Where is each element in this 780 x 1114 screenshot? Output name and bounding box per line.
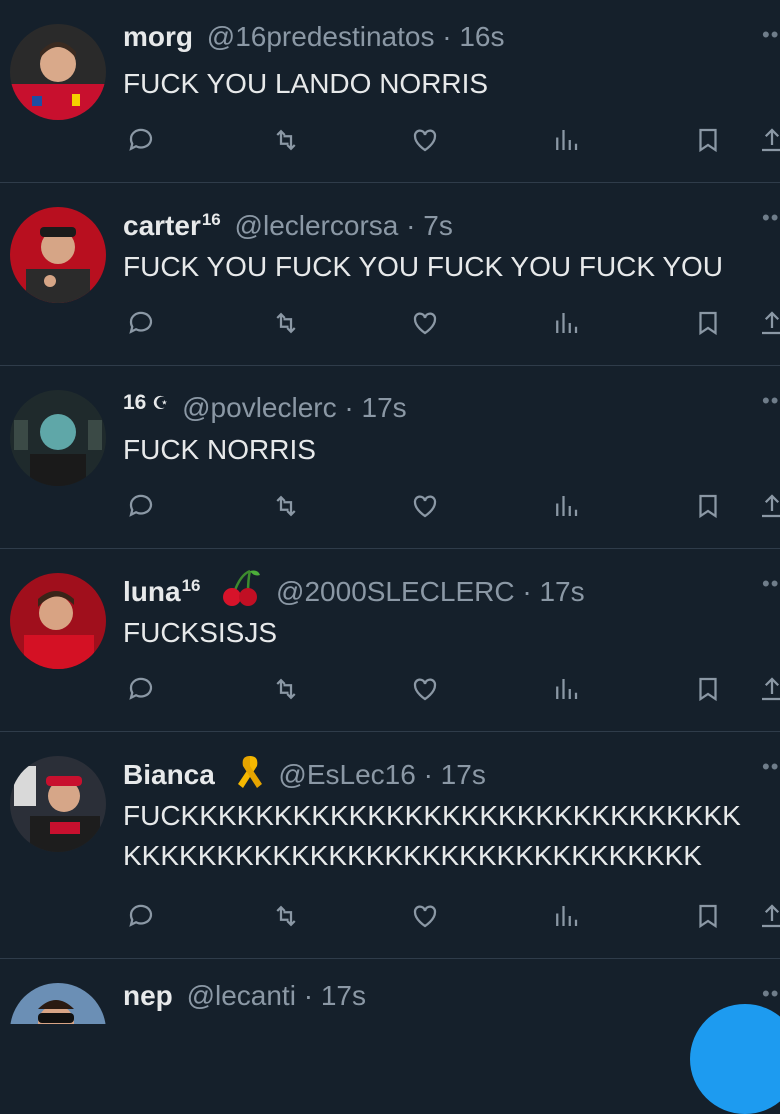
- separator-dot: ·: [303, 980, 314, 1011]
- like-icon[interactable]: [405, 120, 445, 160]
- avatar[interactable]: [10, 207, 106, 303]
- views-icon[interactable]: [546, 669, 586, 709]
- avatar[interactable]: [10, 390, 106, 486]
- like-icon[interactable]: [405, 303, 445, 343]
- reply-icon[interactable]: [121, 486, 161, 526]
- share-icon[interactable]: [752, 120, 780, 160]
- tweet-header: morg @16predestinatos · 16s: [123, 20, 750, 54]
- avatar[interactable]: [10, 756, 106, 852]
- views-icon[interactable]: [546, 120, 586, 160]
- display-name[interactable]: 16 ☪: [123, 391, 168, 414]
- retweet-icon[interactable]: [266, 486, 306, 526]
- tweet-header: carter16 @leclercorsa · 7s: [123, 203, 750, 243]
- share-icon[interactable]: [752, 669, 780, 709]
- tweet-text: FUCK YOU LANDO NORRIS: [123, 68, 489, 99]
- share-icon[interactable]: [752, 896, 780, 936]
- timestamp[interactable]: 7s: [423, 210, 453, 241]
- tweet[interactable]: Bianca @EsLec16 · 17s •• FUCKKKKKKKKKKKK…: [0, 732, 780, 959]
- retweet-icon[interactable]: [266, 669, 306, 709]
- tweet-actions: [0, 669, 780, 709]
- bookmark-icon[interactable]: [688, 303, 728, 343]
- cherries-icon: [223, 569, 261, 606]
- tweet[interactable]: carter16 @leclercorsa · 7s •• FUCK YOU F…: [0, 183, 780, 366]
- tweet-text: FUCKKKKKKKKKKKKKKKKKKKKKKKKKKKKKK: [123, 800, 741, 831]
- display-name[interactable]: carter16: [123, 210, 221, 241]
- like-icon[interactable]: [405, 486, 445, 526]
- share-icon[interactable]: [752, 486, 780, 526]
- tweet-text-continued: KKKKKKKKKKKKKKKKKKKKKKKKKKKKKKK: [123, 840, 702, 871]
- tweet-text: FUCK NORRIS: [123, 434, 316, 465]
- user-handle[interactable]: @EsLec16: [278, 759, 415, 790]
- timestamp[interactable]: 16s: [459, 21, 504, 52]
- timestamp[interactable]: 17s: [321, 980, 366, 1011]
- user-handle[interactable]: @16predestinatos: [207, 21, 435, 52]
- bookmark-icon[interactable]: [688, 669, 728, 709]
- more-options-icon[interactable]: ••: [762, 981, 780, 1007]
- timestamp[interactable]: 17s: [539, 576, 584, 607]
- retweet-icon[interactable]: [266, 303, 306, 343]
- tweet-header: Bianca @EsLec16 · 17s: [123, 752, 750, 792]
- more-options-icon[interactable]: ••: [762, 22, 780, 48]
- tweet-text: FUCKSISJS: [123, 617, 278, 648]
- avatar[interactable]: [10, 24, 106, 120]
- reply-icon[interactable]: [121, 896, 161, 936]
- reply-icon[interactable]: [121, 120, 161, 160]
- more-options-icon[interactable]: ••: [762, 205, 780, 231]
- timestamp[interactable]: 17s: [362, 392, 407, 423]
- tweet-header: luna16 @2000SLECLERC · 17s: [123, 569, 750, 609]
- bookmark-icon[interactable]: [688, 896, 728, 936]
- user-handle[interactable]: @2000SLECLERC: [276, 576, 515, 607]
- views-icon[interactable]: [546, 303, 586, 343]
- display-name[interactable]: luna16: [123, 576, 200, 607]
- tweet-header: 16 ☪ @povleclerc · 17s: [123, 386, 750, 425]
- avatar[interactable]: [10, 983, 106, 1024]
- tweet-header: nep @lecanti · 17s: [123, 979, 750, 1013]
- views-icon[interactable]: [546, 896, 586, 936]
- timestamp[interactable]: 17s: [441, 759, 486, 790]
- tweet-actions: [0, 896, 780, 936]
- tweet[interactable]: luna16 @2000SLECLERC · 17s •• FUCKSISJS: [0, 549, 780, 732]
- retweet-icon[interactable]: [266, 896, 306, 936]
- separator-dot: ·: [442, 21, 452, 52]
- views-icon[interactable]: [546, 486, 586, 526]
- reply-icon[interactable]: [121, 669, 161, 709]
- ribbon-icon: [237, 756, 262, 788]
- share-icon[interactable]: [752, 303, 780, 343]
- display-name[interactable]: nep: [123, 980, 173, 1011]
- like-icon[interactable]: [405, 669, 445, 709]
- display-name[interactable]: morg: [123, 21, 193, 52]
- more-options-icon[interactable]: ••: [762, 754, 780, 780]
- avatar[interactable]: [10, 573, 106, 669]
- user-handle[interactable]: @lecanti: [187, 980, 296, 1011]
- reply-icon[interactable]: [121, 303, 161, 343]
- separator-dot: ·: [423, 759, 433, 790]
- tweet-actions: [0, 120, 780, 160]
- crescent-icon: ☪: [152, 393, 169, 413]
- bookmark-icon[interactable]: [688, 486, 728, 526]
- timeline-feed: morg @16predestinatos · 16s •• FUCK YOU …: [0, 0, 780, 1114]
- user-handle[interactable]: @povleclerc: [182, 392, 336, 423]
- tweet-actions: [0, 486, 780, 526]
- tweet-text: FUCK YOU FUCK YOU FUCK YOU FUCK YOU: [123, 251, 724, 282]
- like-icon[interactable]: [405, 896, 445, 936]
- separator-dot: ·: [406, 210, 416, 241]
- tweet-actions: [0, 303, 780, 343]
- tweet[interactable]: morg @16predestinatos · 16s •• FUCK YOU …: [0, 0, 780, 183]
- retweet-icon[interactable]: [266, 120, 306, 160]
- separator-dot: ·: [522, 576, 532, 607]
- separator-dot: ·: [344, 392, 354, 423]
- user-handle[interactable]: @leclercorsa: [235, 210, 399, 241]
- bookmark-icon[interactable]: [688, 120, 728, 160]
- tweet[interactable]: 16 ☪ @povleclerc · 17s •• FUCK NORRIS: [0, 366, 780, 549]
- display-name[interactable]: Bianca: [123, 759, 215, 790]
- more-options-icon[interactable]: ••: [762, 571, 780, 597]
- more-options-icon[interactable]: ••: [762, 388, 780, 414]
- tweet[interactable]: nep @lecanti · 17s ••: [0, 959, 780, 1024]
